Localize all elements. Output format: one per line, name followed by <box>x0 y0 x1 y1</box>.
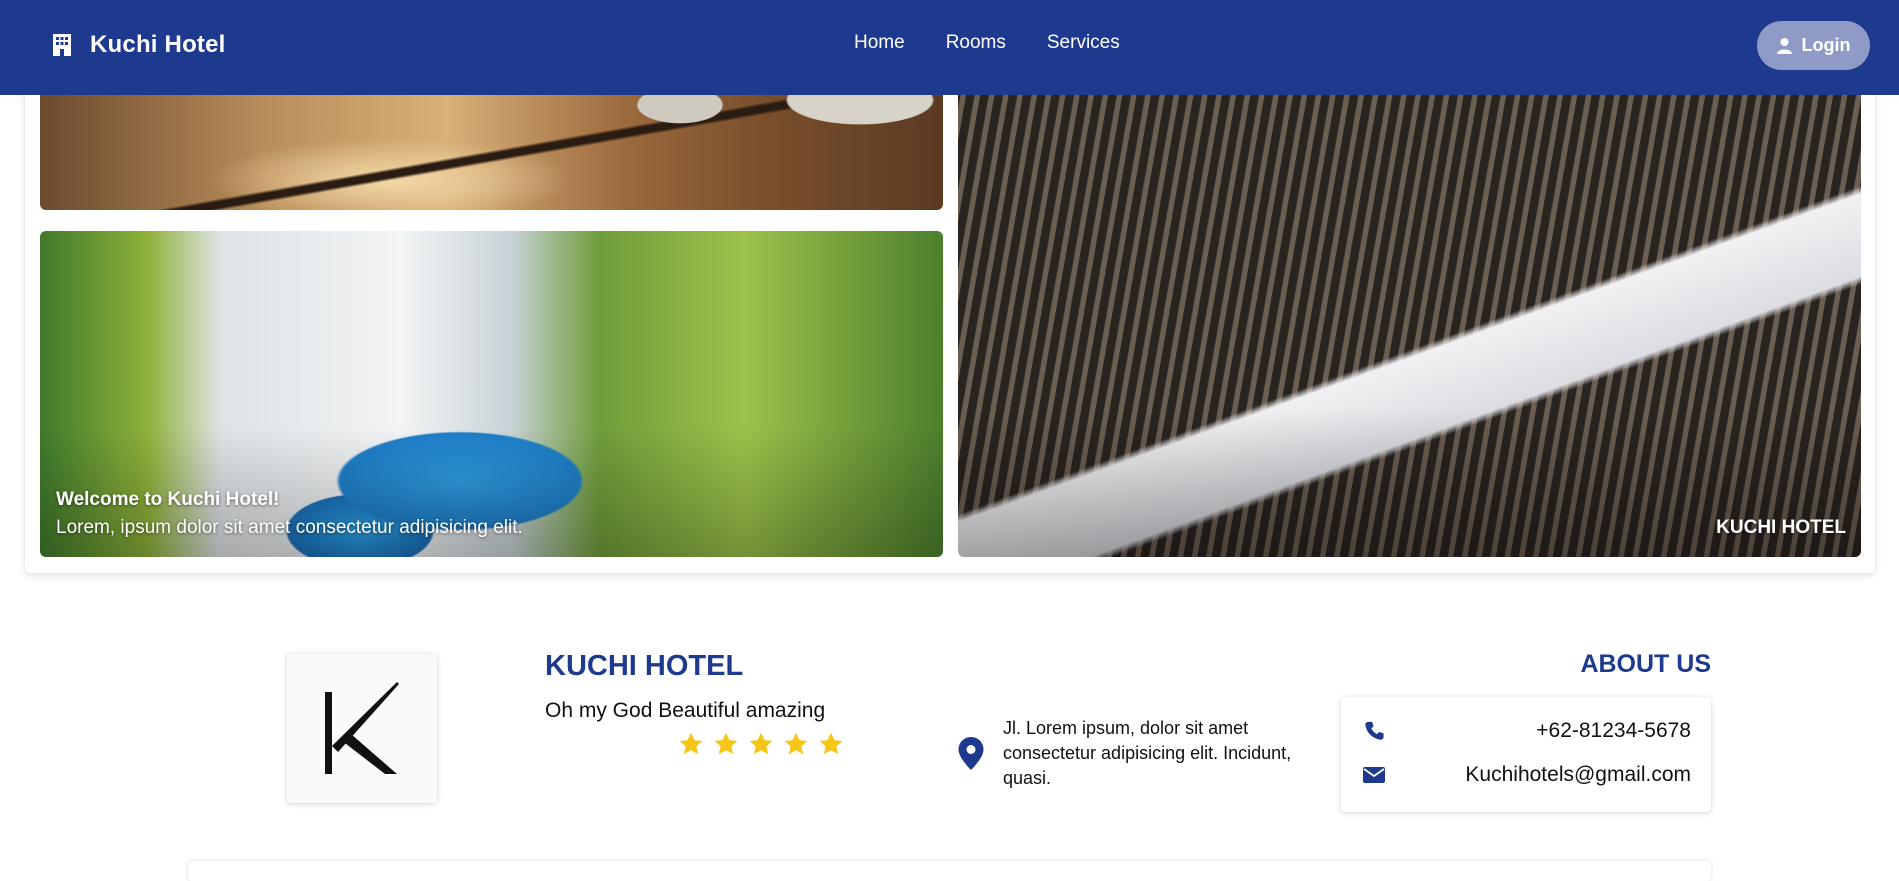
brand-name: Kuchi Hotel <box>90 31 226 58</box>
star-icon <box>714 732 738 755</box>
login-button[interactable]: Login <box>1757 21 1870 70</box>
hotel-tagline: Oh my God Beautiful amazing <box>545 699 826 722</box>
email-address[interactable]: Kuchihotels@gmail.com <box>1465 763 1691 787</box>
phone-number[interactable]: +62-81234-5678 <box>1536 719 1691 743</box>
room-caption: KUCHI HOTEL <box>1716 517 1846 538</box>
nav-rooms[interactable]: Rooms <box>946 32 1006 54</box>
login-label: Login <box>1801 35 1851 55</box>
pool-photo: Welcome to Kuchi Hotel! Lorem, ipsum dol… <box>40 231 943 557</box>
welcome-title: Welcome to Kuchi Hotel! <box>56 489 280 510</box>
star-icon <box>784 732 808 755</box>
nav-links: Home Rooms Services <box>854 32 1161 54</box>
contact-box: +62-81234-5678 Kuchihotels@gmail.com <box>1341 697 1711 812</box>
hotel-address: Jl. Lorem ipsum, dolor sit amet consecte… <box>1003 718 1292 788</box>
phone-icon <box>1365 721 1384 740</box>
k-logo-icon <box>325 681 399 774</box>
bottom-card <box>188 861 1711 881</box>
pool-caption: Welcome to Kuchi Hotel! Lorem, ipsum dol… <box>56 489 523 539</box>
star-icon <box>679 732 703 755</box>
star-rating <box>678 731 844 757</box>
welcome-subtitle: Lorem, ipsum dolor sit amet consectetur … <box>56 517 523 538</box>
nav-home[interactable]: Home <box>854 32 905 54</box>
navbar: Kuchi Hotel Home Rooms Services Login <box>0 0 1899 95</box>
envelope-icon <box>1363 767 1385 783</box>
email-row: Kuchihotels@gmail.com <box>1363 761 1691 789</box>
about-us-title: ABOUT US <box>1580 650 1711 678</box>
brand[interactable]: Kuchi Hotel <box>52 28 226 62</box>
star-icon <box>819 732 843 755</box>
user-icon <box>1776 37 1792 54</box>
hotel-name: KUCHI HOTEL <box>545 650 744 682</box>
room-photo: KUCHI HOTEL <box>958 60 1861 557</box>
nav-services[interactable]: Services <box>1047 32 1120 54</box>
map-pin-icon <box>958 737 984 770</box>
phone-row: +62-81234-5678 <box>1363 717 1691 745</box>
gallery-card: Welcome to Kuchi Hotel! Lorem, ipsum dol… <box>25 60 1875 573</box>
hotel-building-icon <box>53 34 71 56</box>
star-icon <box>749 732 773 755</box>
hotel-logo <box>287 654 437 803</box>
